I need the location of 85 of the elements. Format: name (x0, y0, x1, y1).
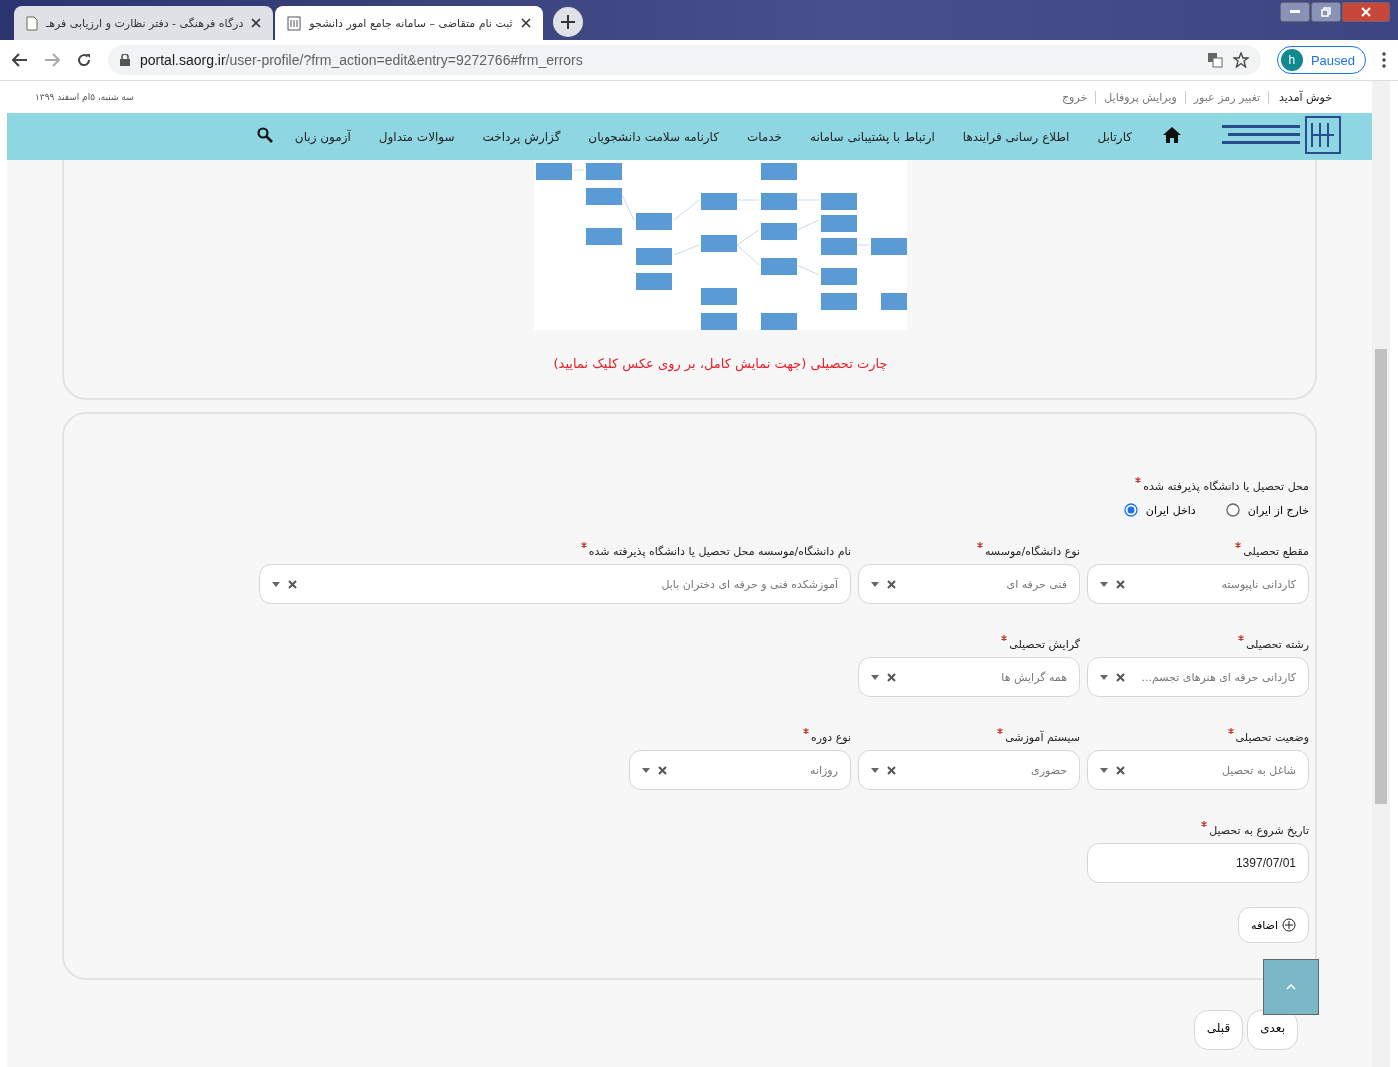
plus-icon (560, 15, 575, 29)
nav-link[interactable]: اطلاع رسانی فرایندها (948, 129, 1084, 144)
maximize-button[interactable] (1311, 2, 1341, 22)
radio-option[interactable]: خارج از ایران (1225, 503, 1309, 517)
field-label: نوع دوره (810, 731, 851, 746)
clear-icon (1116, 765, 1125, 775)
radio-button[interactable] (1123, 503, 1138, 517)
field-label: وضعیت تحصیلی (1235, 731, 1309, 746)
browser-tab[interactable]: درگاه فرهنگی - دفتر نظارت و ارزیابی فرهـ (14, 6, 274, 40)
field-label: تاریخ شروع به تحصیل (1209, 824, 1309, 839)
radio-option[interactable]: داخل ایران (1123, 503, 1196, 517)
select-field[interactable]: روزانه (629, 750, 851, 790)
translate-icon (1206, 52, 1223, 68)
account-link[interactable]: ویرایش پروفایل (1096, 90, 1186, 104)
back-to-top-button[interactable] (1263, 959, 1319, 1015)
browser-tab[interactable]: ثبت نام متقاضی – سامانه جامع امور دانشجو (275, 6, 543, 40)
star-icon (1232, 52, 1249, 68)
nav-link[interactable]: کارنامه سلامت دانشجویان (574, 129, 733, 144)
organization-logo-icon (1222, 115, 1344, 155)
select-field[interactable]: همه گرایش ها (858, 657, 1080, 697)
nav-link[interactable]: سوالات متداول (364, 129, 469, 144)
dropdown-caret-icon (1100, 581, 1108, 587)
nav-link[interactable]: خدمات (732, 129, 796, 144)
date-input[interactable]: 1397/07/01 (1087, 843, 1309, 883)
nav-link[interactable]: ارتباط با پشتیبانی سامانه (796, 129, 949, 144)
close-icon (520, 18, 531, 28)
minimize-icon (1290, 10, 1300, 14)
clear-icon (887, 579, 896, 589)
field-label: نوع دانشگاه/موسسه (984, 545, 1080, 560)
clear-icon (288, 579, 297, 589)
caret-up-icon (1286, 984, 1296, 990)
window-close-button[interactable] (1342, 2, 1390, 22)
date-text: سه شنبه، ۵ام اسفند ۱۳۹۹ (35, 92, 134, 102)
close-icon (1361, 7, 1371, 17)
forward-icon (44, 53, 60, 67)
site-logo-icon (287, 15, 302, 31)
page-icon (26, 15, 38, 31)
plus-circle-icon (1282, 918, 1296, 932)
chart-caption[interactable]: چارت تحصیلی (جهت نمایش کامل، بر روی عکس کلیک نمایید) (553, 356, 888, 371)
field-label: سیستم آموزشی (1005, 731, 1080, 746)
reload-icon (76, 52, 92, 68)
field-label: نام دانشگاه/موسسه محل تحصیل یا دانشگاه پذیرفته شده (588, 545, 851, 560)
add-button[interactable]: اضافه (1238, 907, 1309, 943)
dropdown-caret-icon (642, 767, 650, 773)
home-icon (1162, 126, 1182, 144)
dropdown-caret-icon (1100, 674, 1108, 680)
pager-button[interactable]: قبلی (1193, 1010, 1244, 1050)
select-field[interactable]: آموزشکده فنی و حرفه ای دختران بابل (259, 564, 851, 604)
account-link[interactable]: خروج (1053, 90, 1097, 104)
search-icon (257, 127, 273, 143)
nav-link[interactable]: آزمون زبان (280, 129, 365, 144)
more-icon (1382, 52, 1386, 68)
field-label: رشته تحصیلی (1245, 638, 1309, 653)
select-field[interactable]: حضوری (858, 750, 1080, 790)
field-label: گرایش تحصیلی (1009, 638, 1080, 653)
flowchart-drawing[interactable] (534, 160, 907, 330)
dropdown-caret-icon (272, 581, 280, 587)
address-bar[interactable]: portal.saorg.ir/user-profile/?frm_action=edit&entry=9272766#frm_errors (108, 45, 1261, 75)
dropdown-caret-icon (1100, 767, 1108, 773)
clear-icon (1116, 672, 1125, 682)
scrollbar[interactable] (1372, 81, 1390, 1067)
welcome-text: خوش آمدید (1279, 90, 1332, 104)
lock-icon (120, 54, 130, 66)
nav-link[interactable]: کارتابل (1083, 129, 1146, 144)
back-icon (12, 53, 28, 67)
select-field[interactable]: کاردانی حرفه ای هنرهای تجسم... (1087, 657, 1309, 697)
new-tab-button[interactable] (552, 7, 583, 37)
select-field[interactable]: کاردانی ناپیوسته (1087, 564, 1309, 604)
account-link[interactable]: تغییر رمز عبور (1185, 90, 1270, 104)
dropdown-caret-icon (871, 674, 879, 680)
clear-icon (887, 672, 896, 682)
field-label: محل تحصیل یا دانشگاه پذیرفته شده (1143, 480, 1309, 495)
minimize-button[interactable] (1280, 2, 1310, 22)
nav-link[interactable]: گزارش پرداخت (468, 129, 575, 144)
dropdown-caret-icon (871, 581, 879, 587)
close-icon (251, 18, 262, 28)
clear-icon (1116, 579, 1125, 589)
field-label: مقطع تحصیلی (1243, 545, 1309, 560)
select-field[interactable]: شاغل به تحصیل (1087, 750, 1309, 790)
select-field[interactable]: فنی حرفه ای (858, 564, 1080, 604)
clear-icon (658, 765, 667, 775)
restore-icon (1321, 7, 1331, 17)
dropdown-caret-icon (871, 767, 879, 773)
clear-icon (887, 765, 896, 775)
radio-button[interactable] (1225, 503, 1240, 517)
